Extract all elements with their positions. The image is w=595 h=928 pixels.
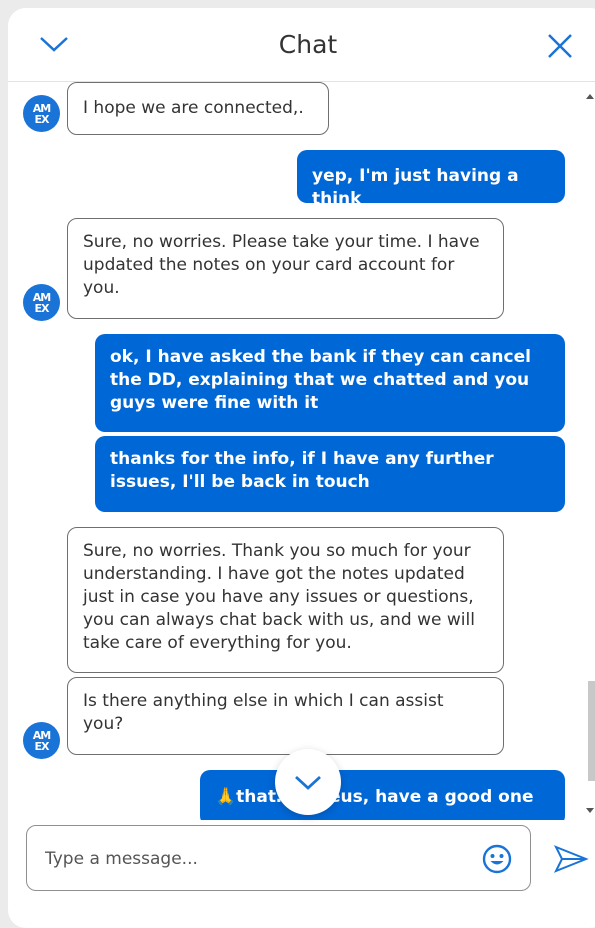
avatar-label: EX bbox=[34, 302, 50, 315]
chat-panel: Chat AM EX I hope we are connected,. yep… bbox=[8, 8, 595, 928]
send-icon[interactable] bbox=[553, 844, 589, 874]
agent-message: Is there anything else in which I can as… bbox=[67, 677, 504, 755]
chat-header: Chat bbox=[8, 8, 595, 82]
chat-title: Chat bbox=[278, 30, 338, 59]
chevron-down-icon bbox=[295, 775, 321, 790]
avatar: AM EX bbox=[23, 284, 60, 321]
agent-message: Sure, no worries. Thank you so much for … bbox=[67, 527, 504, 673]
message-composer[interactable] bbox=[26, 825, 531, 892]
scrollbar[interactable] bbox=[585, 86, 595, 821]
agent-message: I hope we are connected,. bbox=[67, 82, 329, 135]
emoji-icon[interactable] bbox=[482, 844, 512, 874]
scroll-down-arrow[interactable] bbox=[586, 808, 594, 813]
user-message: ok, I have asked the bank if they can ca… bbox=[95, 334, 565, 432]
message-input[interactable] bbox=[43, 826, 467, 892]
message-list[interactable]: AM EX I hope we are connected,. yep, I'm… bbox=[8, 82, 595, 820]
scroll-thumb[interactable] bbox=[588, 681, 595, 781]
user-message: 🙏that… erseus, have a good one bbox=[200, 770, 565, 820]
user-message: thanks for the info, if I have any furth… bbox=[95, 436, 565, 512]
avatar: AM EX bbox=[23, 722, 60, 759]
close-icon[interactable] bbox=[546, 32, 574, 60]
avatar-label: EX bbox=[34, 740, 50, 753]
scroll-up-arrow[interactable] bbox=[586, 94, 594, 99]
avatar-label: EX bbox=[34, 113, 50, 126]
agent-message: Sure, no worries. Please take your time.… bbox=[67, 218, 504, 319]
scroll-to-bottom-button[interactable] bbox=[275, 749, 341, 815]
avatar: AM EX bbox=[23, 95, 60, 132]
user-message: yep, I'm just having a think bbox=[297, 150, 565, 209]
